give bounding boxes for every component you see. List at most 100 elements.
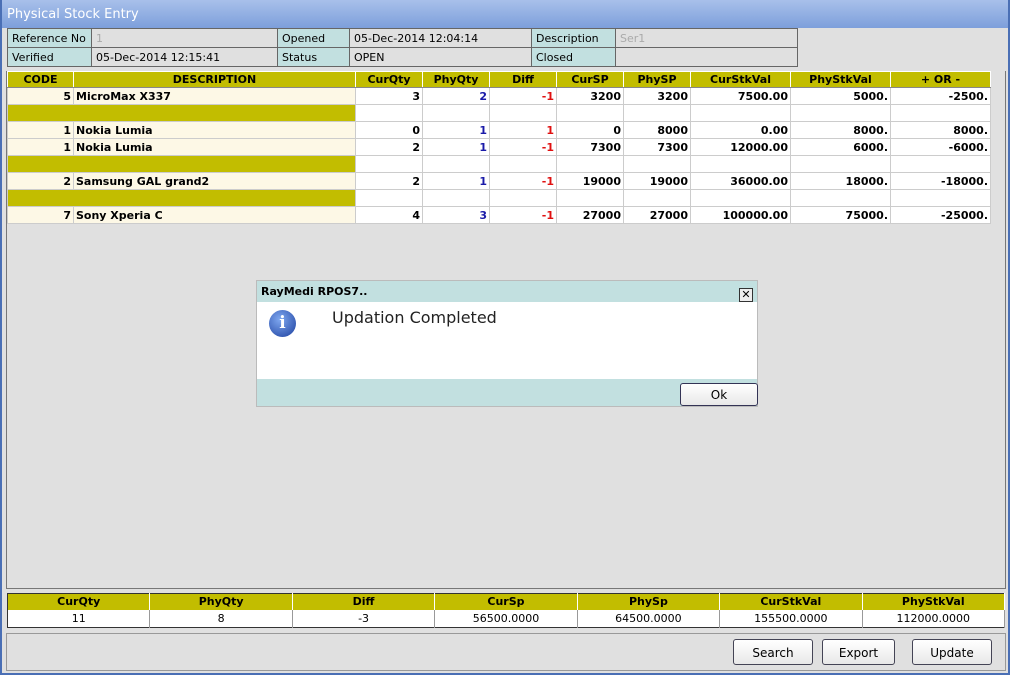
cell-code[interactable]: 2 bbox=[7, 172, 74, 190]
cell-curstkval[interactable]: 0.00 bbox=[690, 121, 791, 139]
cell-phystkval[interactable]: 18000. bbox=[790, 172, 891, 190]
cell-description[interactable]: Sony Xperia C bbox=[73, 206, 356, 224]
blank-cell[interactable] bbox=[489, 104, 557, 122]
cell-curqty[interactable]: 2 bbox=[355, 138, 423, 156]
export-button[interactable]: Export bbox=[822, 639, 895, 665]
cell-physp[interactable]: 8000 bbox=[623, 121, 691, 139]
reference-field[interactable]: 1 bbox=[91, 28, 278, 48]
cell-code[interactable]: 7 bbox=[7, 206, 74, 224]
blank-cell[interactable] bbox=[355, 104, 423, 122]
blank-cell[interactable] bbox=[422, 104, 490, 122]
blank-row[interactable] bbox=[7, 104, 991, 122]
cell-cursp[interactable]: 27000 bbox=[556, 206, 624, 224]
blank-cell[interactable] bbox=[623, 104, 691, 122]
status-field[interactable]: OPEN bbox=[349, 47, 532, 67]
cell-description[interactable]: Nokia Lumia bbox=[73, 121, 356, 139]
column-header[interactable]: CODE bbox=[7, 71, 74, 88]
cell-curstkval[interactable]: 36000.00 bbox=[690, 172, 791, 190]
cell-phystkval[interactable]: 5000. bbox=[790, 87, 891, 105]
closed-field[interactable] bbox=[615, 47, 798, 67]
column-header[interactable]: CurStkVal bbox=[690, 71, 791, 88]
cell-phyqty[interactable]: 1 bbox=[422, 138, 490, 156]
cell-phystkval[interactable]: 6000. bbox=[790, 138, 891, 156]
blank-cell[interactable] bbox=[623, 189, 691, 207]
cell-curqty[interactable]: 2 bbox=[355, 172, 423, 190]
cell-description[interactable]: MicroMax X337 bbox=[73, 87, 356, 105]
cell--or-[interactable]: -6000. bbox=[890, 138, 991, 156]
verified-field[interactable]: 05-Dec-2014 12:15:41 bbox=[91, 47, 278, 67]
cell-phyqty[interactable]: 1 bbox=[422, 121, 490, 139]
search-button[interactable]: Search bbox=[733, 639, 813, 665]
column-header[interactable]: PhyQty bbox=[422, 71, 490, 88]
cell-code[interactable]: 5 bbox=[7, 87, 74, 105]
blank-cell[interactable] bbox=[7, 104, 356, 122]
blank-cell[interactable] bbox=[355, 189, 423, 207]
blank-cell[interactable] bbox=[890, 155, 991, 173]
blank-cell[interactable] bbox=[790, 189, 891, 207]
cell-curstkval[interactable]: 7500.00 bbox=[690, 87, 791, 105]
cell-curqty[interactable]: 4 bbox=[355, 206, 423, 224]
blank-cell[interactable] bbox=[690, 155, 791, 173]
cell-phyqty[interactable]: 2 bbox=[422, 87, 490, 105]
blank-cell[interactable] bbox=[7, 189, 356, 207]
cell-cursp[interactable]: 3200 bbox=[556, 87, 624, 105]
cell-phystkval[interactable]: 75000. bbox=[790, 206, 891, 224]
cell--or-[interactable]: -2500. bbox=[890, 87, 991, 105]
cell-cursp[interactable]: 0 bbox=[556, 121, 624, 139]
blank-row[interactable] bbox=[7, 155, 991, 173]
blank-cell[interactable] bbox=[556, 189, 624, 207]
column-header[interactable]: CurQty bbox=[355, 71, 423, 88]
cell--or-[interactable]: 8000. bbox=[890, 121, 991, 139]
blank-cell[interactable] bbox=[690, 104, 791, 122]
blank-cell[interactable] bbox=[790, 155, 891, 173]
cell-cursp[interactable]: 19000 bbox=[556, 172, 624, 190]
cell-diff[interactable]: 1 bbox=[489, 121, 557, 139]
cell-physp[interactable]: 7300 bbox=[623, 138, 691, 156]
cell-code[interactable]: 1 bbox=[7, 121, 74, 139]
column-header[interactable]: + OR - bbox=[890, 71, 991, 88]
table-row[interactable]: 2 Samsung GAL grand2 2 1 -1 19000 19000 36000.0… bbox=[7, 172, 991, 190]
column-header[interactable]: PhyStkVal bbox=[790, 71, 891, 88]
description-field[interactable]: Ser1 bbox=[615, 28, 798, 48]
blank-cell[interactable] bbox=[489, 189, 557, 207]
column-header[interactable]: CurSP bbox=[556, 71, 624, 88]
blank-cell[interactable] bbox=[422, 155, 490, 173]
column-header[interactable]: Diff bbox=[489, 71, 557, 88]
cell-physp[interactable]: 3200 bbox=[623, 87, 691, 105]
cell-diff[interactable]: -1 bbox=[489, 206, 557, 224]
cell-curstkval[interactable]: 12000.00 bbox=[690, 138, 791, 156]
cell-description[interactable]: Nokia Lumia bbox=[73, 138, 356, 156]
opened-field[interactable]: 05-Dec-2014 12:04:14 bbox=[349, 28, 532, 48]
column-header[interactable]: DESCRIPTION bbox=[73, 71, 356, 88]
table-row[interactable]: 7 Sony Xperia C 4 3 -1 27000 27000 100000.00 750… bbox=[7, 206, 991, 224]
close-icon[interactable]: ✕ bbox=[739, 288, 753, 302]
blank-cell[interactable] bbox=[7, 155, 356, 173]
cell-curqty[interactable]: 3 bbox=[355, 87, 423, 105]
cell-curqty[interactable]: 0 bbox=[355, 121, 423, 139]
cell-diff[interactable]: -1 bbox=[489, 87, 557, 105]
column-header[interactable]: PhySP bbox=[623, 71, 691, 88]
update-button[interactable]: Update bbox=[912, 639, 992, 665]
cell-physp[interactable]: 27000 bbox=[623, 206, 691, 224]
cell-diff[interactable]: -1 bbox=[489, 138, 557, 156]
cell-physp[interactable]: 19000 bbox=[623, 172, 691, 190]
cell-cursp[interactable]: 7300 bbox=[556, 138, 624, 156]
blank-cell[interactable] bbox=[623, 155, 691, 173]
blank-cell[interactable] bbox=[556, 104, 624, 122]
stock-grid[interactable]: CODE DESCRIPTION CurQty PhyQty Diff CurSP PhyS… bbox=[7, 71, 991, 224]
cell-phyqty[interactable]: 3 bbox=[422, 206, 490, 224]
blank-cell[interactable] bbox=[690, 189, 791, 207]
table-row[interactable]: 1 Nokia Lumia 2 1 -1 7300 7300 12000.00 6000. -60… bbox=[7, 138, 991, 156]
cell-phyqty[interactable]: 1 bbox=[422, 172, 490, 190]
cell-description[interactable]: Samsung GAL grand2 bbox=[73, 172, 356, 190]
table-row[interactable]: 5 MicroMax X337 3 2 -1 3200 3200 7500.00 5000. -2… bbox=[7, 87, 991, 105]
blank-cell[interactable] bbox=[422, 189, 490, 207]
cell-phystkval[interactable]: 8000. bbox=[790, 121, 891, 139]
blank-cell[interactable] bbox=[556, 155, 624, 173]
cell-curstkval[interactable]: 100000.00 bbox=[690, 206, 791, 224]
cell-diff[interactable]: -1 bbox=[489, 172, 557, 190]
blank-cell[interactable] bbox=[355, 155, 423, 173]
blank-cell[interactable] bbox=[489, 155, 557, 173]
cell--or-[interactable]: -25000. bbox=[890, 206, 991, 224]
blank-cell[interactable] bbox=[890, 189, 991, 207]
